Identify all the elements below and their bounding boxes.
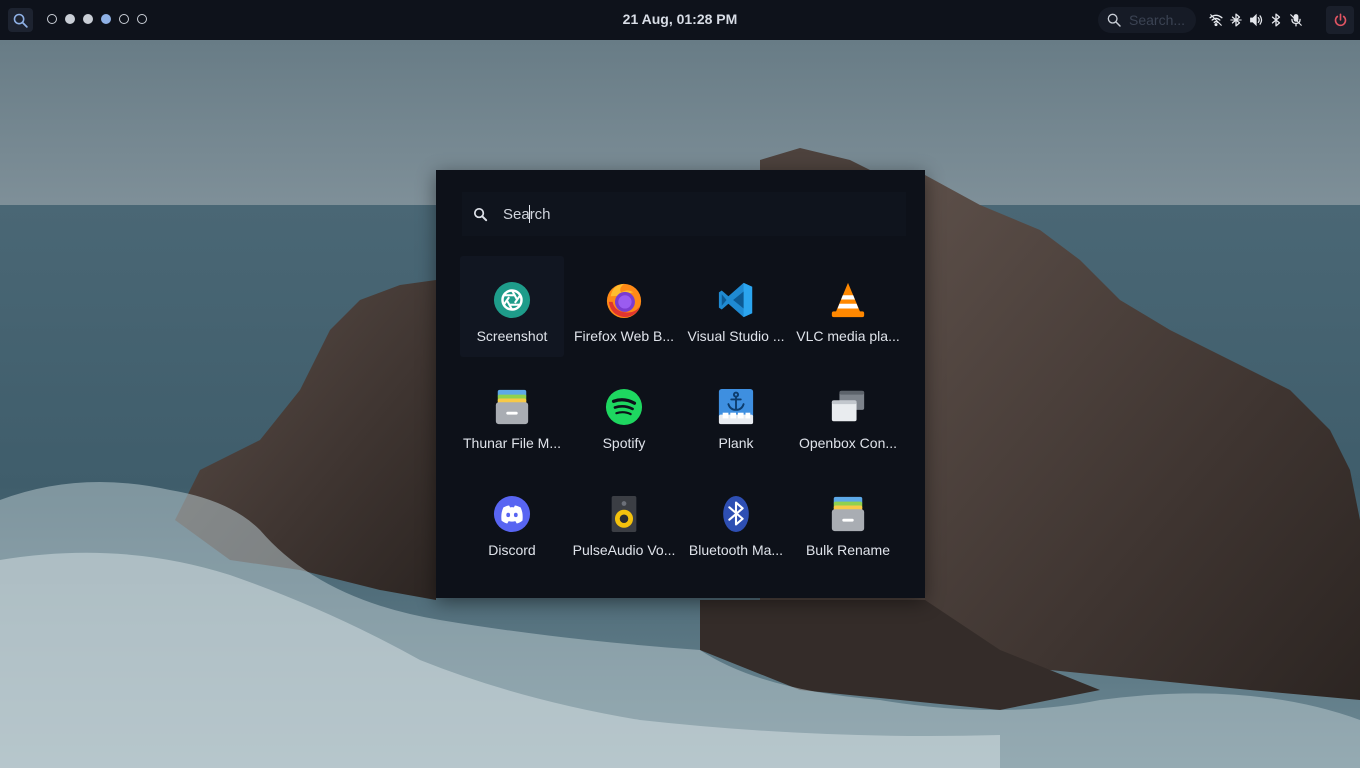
panel-search-input[interactable] [1129,12,1189,28]
workspace-dot-5[interactable] [119,14,129,24]
system-tray [1209,12,1303,28]
bulk-rename-icon [828,494,868,534]
speaker-icon [604,494,644,534]
workspace-dot-1[interactable] [47,14,57,24]
bluetooth-manager-icon [716,494,756,534]
workspace-dot-4[interactable] [101,14,111,24]
workspace-dot-2[interactable] [65,14,75,24]
launcher-search-bar[interactable] [462,192,906,236]
screenshot-icon [492,280,532,320]
app-label: Firefox Web B... [573,328,675,344]
app-label: Bluetooth Ma... [688,542,784,558]
app-label: Plank [718,435,754,451]
plank-icon [716,387,756,427]
app-search-button[interactable] [8,8,33,32]
app-tile-bluetooth-manager[interactable]: Bluetooth Ma... [684,470,788,571]
app-label: PulseAudio Vo... [572,542,676,558]
file-manager-icon [492,387,532,427]
search-icon [473,207,488,221]
app-tile-firefox[interactable]: Firefox Web B... [572,256,676,357]
app-label: Visual Studio ... [687,328,785,344]
wifi-icon[interactable] [1209,12,1223,28]
firefox-icon [604,280,644,320]
bluetooth-off-icon[interactable] [1229,12,1243,28]
app-tile-plank[interactable]: Plank [684,363,788,464]
app-tile-discord[interactable]: Discord [460,470,564,571]
top-panel: 21 Aug, 01:28 PM [0,0,1360,40]
app-tile-vlc[interactable]: VLC media pla... [796,256,900,357]
app-label: Bulk Rename [805,542,891,558]
app-tile-vscode[interactable]: Visual Studio ... [684,256,788,357]
app-tile-openbox-config[interactable]: Openbox Con... [796,363,900,464]
app-tile-bulk-rename[interactable]: Bulk Rename [796,470,900,571]
power-button[interactable] [1326,6,1354,34]
search-icon [13,13,28,28]
spotify-icon [604,387,644,427]
app-tile-screenshot[interactable]: Screenshot [460,256,564,357]
power-icon [1334,12,1346,26]
app-label: Openbox Con... [798,435,898,451]
app-launcher: Screenshot Firefox Web B... [436,170,925,598]
app-label: Discord [488,542,536,558]
bluetooth-icon[interactable] [1269,12,1283,28]
app-grid: Screenshot Firefox Web B... Visual Studi… [460,256,908,577]
discord-icon [492,494,532,534]
app-tile-spotify[interactable]: Spotify [572,363,676,464]
launcher-search-input[interactable] [503,205,883,223]
vlc-icon [828,280,868,320]
microphone-muted-icon[interactable] [1289,12,1303,28]
app-label: Spotify [602,435,646,451]
app-tile-thunar[interactable]: Thunar File M... [460,363,564,464]
openbox-config-icon [828,387,868,427]
app-tile-pulseaudio[interactable]: PulseAudio Vo... [572,470,676,571]
text-caret [529,205,530,223]
app-label: Screenshot [476,328,548,344]
vscode-icon [716,280,756,320]
search-icon [1107,13,1121,27]
panel-search-field[interactable] [1098,7,1196,33]
workspace-indicator [47,14,147,24]
app-label: VLC media pla... [796,328,900,344]
workspace-dot-3[interactable] [83,14,93,24]
workspace-dot-6[interactable] [137,14,147,24]
volume-icon[interactable] [1249,12,1263,28]
app-label: Thunar File M... [462,435,562,451]
